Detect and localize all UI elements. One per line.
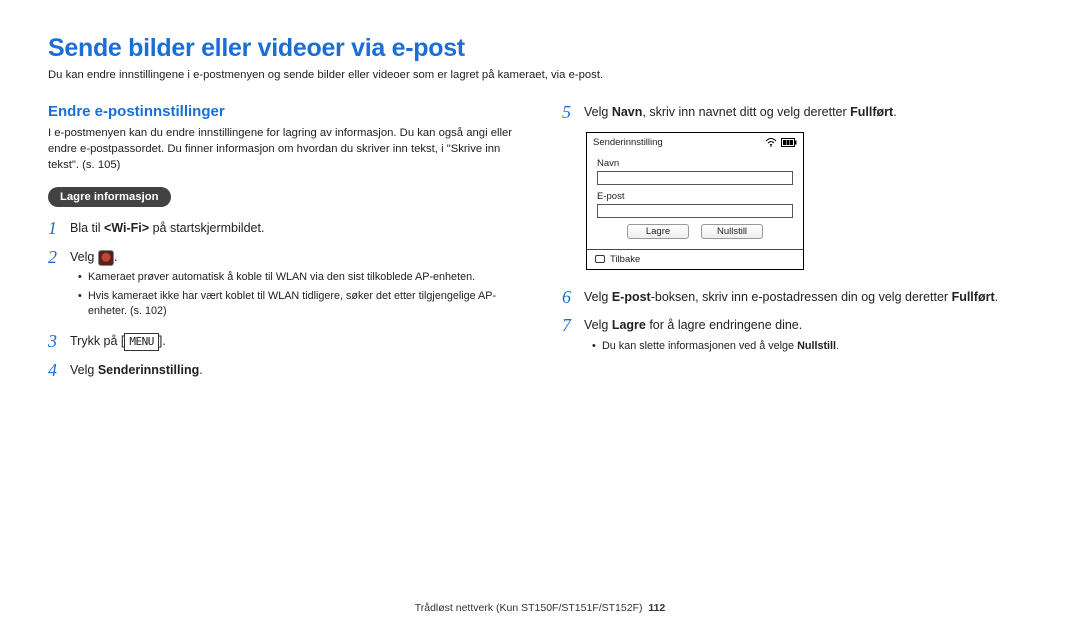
text: -boksen, skriv inn e-postadressen din og… xyxy=(651,290,952,304)
bullet-item: Du kan slette informasjonen ved å velge … xyxy=(592,339,839,354)
bullet-list: Du kan slette informasjonen ved å velge … xyxy=(584,339,839,354)
menu-button-icon: MENU xyxy=(124,333,159,350)
text: Velg xyxy=(584,105,612,119)
text: Velg xyxy=(70,363,98,377)
two-column-layout: Endre e-postinnstillinger I e-postmenyen… xyxy=(48,103,1032,389)
step-6: 6 Velg E-post-boksen, skriv inn e-postad… xyxy=(562,288,1032,307)
name-input[interactable] xyxy=(597,171,793,185)
text: Velg xyxy=(584,318,612,332)
step-number: 6 xyxy=(562,288,584,307)
right-step-list-cont: 6 Velg E-post-boksen, skriv inn e-postad… xyxy=(562,288,1032,358)
text: . xyxy=(893,105,896,119)
page-title: Sende bilder eller videoer via e-post xyxy=(48,34,1032,63)
text: for å lagre endringene dine. xyxy=(646,318,802,332)
back-icon[interactable] xyxy=(595,255,605,263)
step-text: Velg Senderinnstilling. xyxy=(70,361,203,380)
bold-text: <Wi-Fi> xyxy=(104,221,149,235)
device-header: Senderinnstilling xyxy=(587,133,803,152)
text: Velg xyxy=(70,250,98,264)
text: Du kan slette informasjonen ved å velge xyxy=(602,340,797,352)
step-2: 2 Velg . Kameraet prøver automatisk å ko… xyxy=(48,248,518,322)
device-title: Senderinnstilling xyxy=(593,137,663,148)
step-3: 3 Trykk på [MENU]. xyxy=(48,332,518,351)
device-status-icons xyxy=(765,138,797,147)
right-column: 5 Velg Navn, skriv inn navnet ditt og ve… xyxy=(562,103,1032,389)
step-number: 7 xyxy=(562,316,584,357)
text: . xyxy=(199,363,202,377)
bold-text: Fullført xyxy=(850,105,893,119)
step-number: 4 xyxy=(48,361,70,380)
reset-button[interactable]: Nullstill xyxy=(701,224,763,239)
step-text: Velg Navn, skriv inn navnet ditt og velg… xyxy=(584,103,897,122)
step-text: Trykk på [MENU]. xyxy=(70,332,166,351)
name-field-label: Navn xyxy=(597,158,793,169)
step-text: Velg E-post-boksen, skriv inn e-postadre… xyxy=(584,288,998,307)
device-footer: Tilbake xyxy=(587,249,803,269)
document-page: Sende bilder eller videoer via e-post Du… xyxy=(0,0,1080,630)
step-number: 5 xyxy=(562,103,584,122)
text: . xyxy=(836,340,839,352)
text: ]. xyxy=(159,334,166,348)
step-7: 7 Velg Lagre for å lagre endringene dine… xyxy=(562,316,1032,357)
bold-text: Senderinnstilling xyxy=(98,363,199,377)
email-field-label: E-post xyxy=(597,191,793,202)
bold-text: E-post xyxy=(612,290,651,304)
text: . xyxy=(995,290,998,304)
text: på startskjermbildet. xyxy=(149,221,264,235)
wifi-icon xyxy=(765,138,777,147)
left-step-list: 1 Bla til <Wi-Fi> på startskjermbildet. … xyxy=(48,219,518,379)
bullet-item: Kameraet prøver automatisk å koble til W… xyxy=(78,270,518,285)
step-5: 5 Velg Navn, skriv inn navnet ditt og ve… xyxy=(562,103,1032,122)
right-step-list: 5 Velg Navn, skriv inn navnet ditt og ve… xyxy=(562,103,1032,122)
topic-pill: Lagre informasjon xyxy=(48,187,171,207)
text: Velg xyxy=(584,290,612,304)
step-4: 4 Velg Senderinnstilling. xyxy=(48,361,518,380)
text: Bla til xyxy=(70,221,104,235)
save-button[interactable]: Lagre xyxy=(627,224,689,239)
section-description: I e-postmenyen kan du endre innstillinge… xyxy=(48,126,518,173)
step-text: Bla til <Wi-Fi> på startskjermbildet. xyxy=(70,219,264,238)
page-number: 112 xyxy=(648,602,665,614)
bullet-item: Hvis kameraet ikke har vært koblet til W… xyxy=(78,289,518,318)
device-screenshot: Senderinnstilling Navn E-post xyxy=(586,132,804,270)
bold-text: Fullført xyxy=(952,290,995,304)
text: . xyxy=(114,250,117,264)
bold-text: Navn xyxy=(612,105,643,119)
section-heading: Endre e-postinnstillinger xyxy=(48,103,518,120)
step-number: 1 xyxy=(48,219,70,238)
bullet-list: Kameraet prøver automatisk å koble til W… xyxy=(70,270,518,318)
left-column: Endre e-postinnstillinger I e-postmenyen… xyxy=(48,103,518,389)
step-text: Velg . Kameraet prøver automatisk å kobl… xyxy=(70,248,518,322)
step-number: 3 xyxy=(48,332,70,351)
page-footer: Trådløst nettverk (Kun ST150F/ST151F/ST1… xyxy=(0,602,1080,614)
bold-text: Lagre xyxy=(612,318,646,332)
back-label: Tilbake xyxy=(610,254,640,265)
device-body: Navn E-post Lagre Nullstill xyxy=(587,152,803,249)
page-intro: Du kan endre innstillingene i e-postmeny… xyxy=(48,69,1032,81)
step-text: Velg Lagre for å lagre endringene dine. … xyxy=(584,316,839,357)
text: , skriv inn navnet ditt og velg deretter xyxy=(642,105,850,119)
bold-text: Nullstill xyxy=(797,340,836,352)
footer-text: Trådløst nettverk (Kun ST150F/ST151F/ST1… xyxy=(415,602,643,614)
battery-icon xyxy=(781,138,797,147)
text: Trykk på [ xyxy=(70,334,124,348)
device-button-row: Lagre Nullstill xyxy=(597,224,793,239)
email-app-icon xyxy=(98,250,114,266)
step-1: 1 Bla til <Wi-Fi> på startskjermbildet. xyxy=(48,219,518,238)
step-number: 2 xyxy=(48,248,70,322)
email-input[interactable] xyxy=(597,204,793,218)
